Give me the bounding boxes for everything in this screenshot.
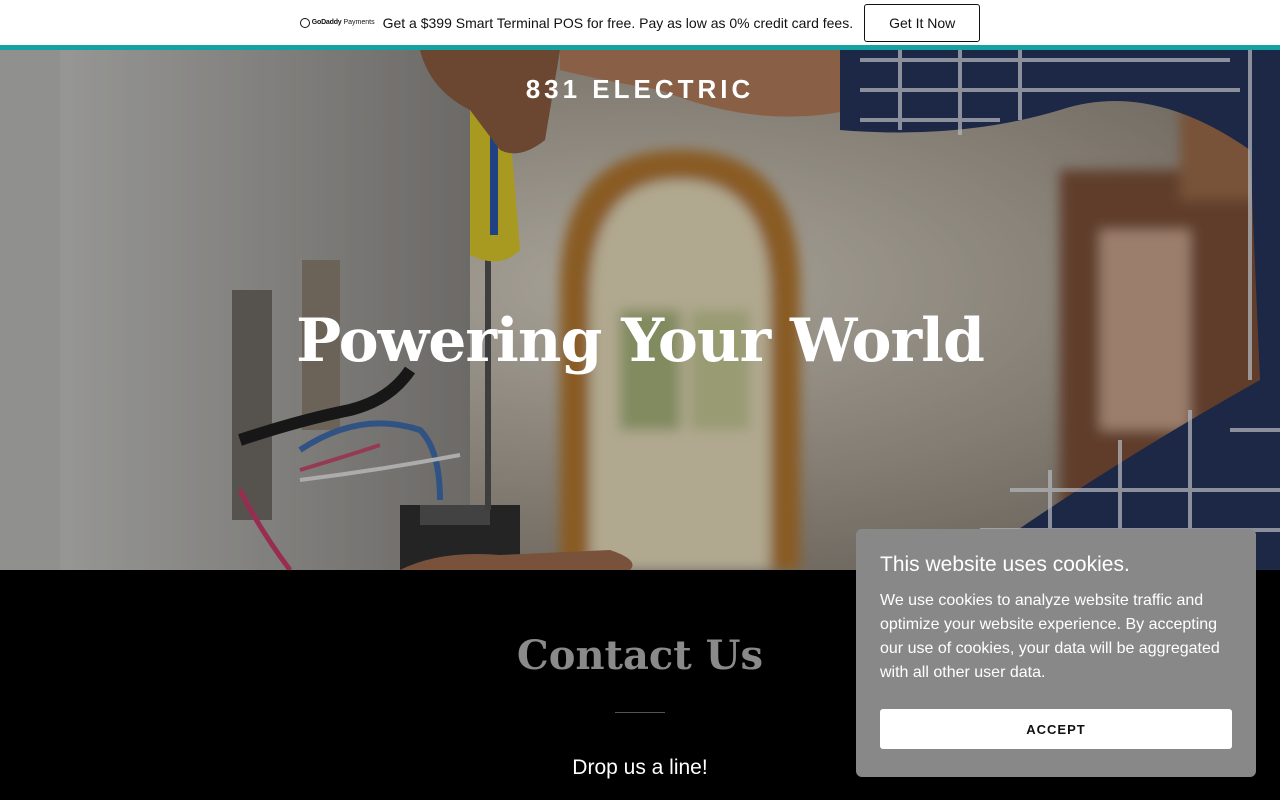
get-it-now-button[interactable]: Get It Now [864,3,981,42]
godaddy-payments-logo: GoDaddy Payments [299,17,375,28]
cookie-banner: This website uses cookies. We use cookie… [856,529,1256,777]
hero-heading: Powering Your World [296,306,985,376]
section-divider [615,712,665,713]
cookie-message: We use cookies to analyze website traffi… [880,592,1220,681]
accept-cookies-button[interactable]: ACCEPT [880,709,1232,749]
logo-sub-text: Payments [343,19,375,26]
promo-text: Get a $399 Smart Terminal POS for free. … [382,14,854,31]
hero-section: 831 ELECTRIC Powering Your World [0,50,1280,570]
logo-brand-text: GoDaddy [311,19,342,26]
cookie-title: This website uses cookies. [880,553,1130,576]
godaddy-icon [299,17,310,28]
site-title[interactable]: 831 ELECTRIC [0,74,1280,105]
promo-bar: GoDaddy Payments Get a $399 Smart Termin… [0,0,1280,45]
